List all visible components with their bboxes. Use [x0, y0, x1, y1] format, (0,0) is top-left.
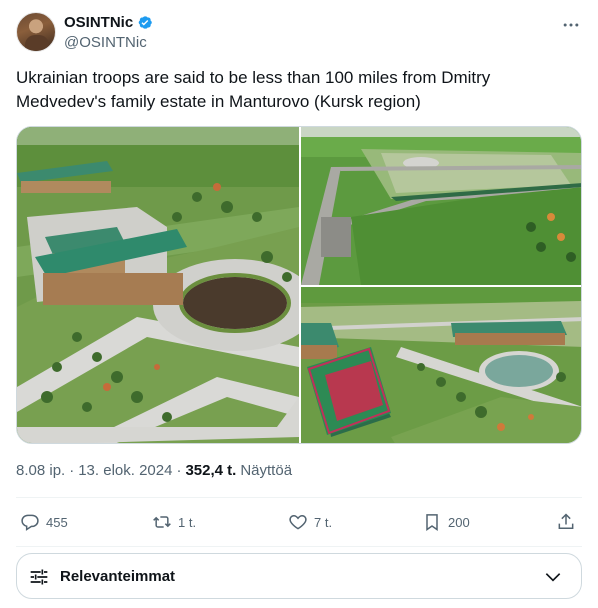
verified-badge-icon[interactable] [136, 14, 153, 31]
reply-button[interactable]: 455 [20, 505, 68, 539]
like-count: 7 t. [314, 514, 333, 530]
views-count: 352,4 t. [185, 462, 237, 479]
heart-icon [289, 514, 307, 530]
repost-icon [153, 516, 171, 528]
meta-separator: · [69, 462, 75, 479]
repost-count: 1 t. [178, 514, 197, 530]
bookmark-count: 200 [448, 514, 470, 530]
estate-photo-pond-court[interactable] [301, 287, 581, 443]
avatar[interactable] [16, 12, 56, 52]
share-button[interactable] [556, 505, 576, 539]
tweet-text: Ukrainian troops are said to be less tha… [16, 68, 491, 111]
sliders-icon [30, 569, 48, 585]
divider [16, 497, 582, 498]
more-horizontal-icon[interactable] [560, 14, 582, 36]
reply-sort-selector[interactable]: Relevanteimmat [16, 553, 582, 599]
bookmark-icon [426, 514, 438, 531]
display-name[interactable]: OSINTNic [64, 14, 133, 31]
views-label: Näyttöä [240, 462, 293, 479]
divider [16, 546, 582, 547]
estate-photo-overview[interactable] [301, 127, 581, 285]
tweet-meta: 8.08 ip. · 13. elok. 2024 · 352,4 t. Näy… [16, 462, 292, 479]
reply-icon [21, 514, 39, 531]
repost-button[interactable]: 1 t. [152, 505, 196, 539]
share-icon [558, 513, 574, 529]
meta-separator: · [176, 462, 182, 479]
tweet-header: OSINTNic @OSINTNic [16, 12, 582, 54]
tweet-time[interactable]: 8.08 ip. [16, 462, 65, 479]
chevron-down-icon [545, 573, 561, 582]
sort-label: Relevanteimmat [60, 568, 176, 585]
bookmark-button[interactable]: 200 [422, 505, 470, 539]
handle[interactable]: @OSINTNic [64, 34, 147, 51]
reply-count: 455 [46, 514, 68, 530]
tweet-date[interactable]: 13. elok. 2024 [78, 462, 172, 479]
author-name-row: OSINTNic [64, 14, 153, 31]
action-bar: 455 1 t. 7 t. 200 [16, 505, 582, 539]
media-grid [16, 126, 582, 444]
like-button[interactable]: 7 t. [288, 505, 332, 539]
estate-photo-mansion[interactable] [17, 127, 299, 443]
